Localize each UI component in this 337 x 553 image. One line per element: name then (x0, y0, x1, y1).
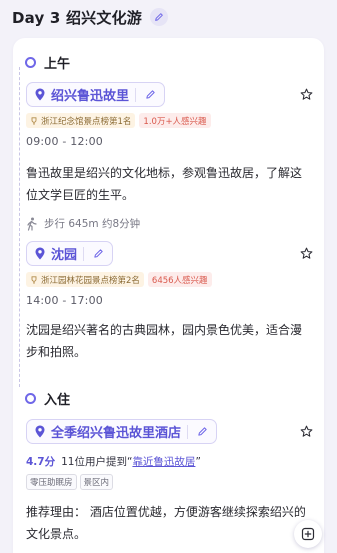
trophy-icon (31, 116, 37, 124)
hotel-recommendation: 推荐理由： 酒店位置优越，方便游客继续探索绍兴的文化景点。 (26, 505, 306, 541)
pencil-icon (197, 427, 207, 436)
place-row: 沈园 (26, 241, 312, 266)
rank-tag: 浙江园林花园景点榜第2名 (26, 272, 144, 287)
page-title-row: Day 3 绍兴文化游 (12, 6, 168, 28)
hotel-tag: 景区内 (79, 474, 114, 490)
pencil-icon (155, 13, 163, 21)
interest-tag: 1.0万+人感兴趣 (139, 113, 211, 128)
tag-row: 浙江园林花园景点榜第2名 6456人感兴趣 (26, 272, 311, 287)
star-icon (300, 425, 312, 437)
transit-info: 步行 645m 约8分钟 (26, 216, 311, 231)
place-description: 鲁迅故里是绍兴的文化地标，参观鲁迅故居，了解这位文学巨匠的生平。 (26, 166, 303, 202)
trophy-icon (31, 275, 37, 283)
favorite-button[interactable] (297, 245, 315, 263)
section-header: 上午 (25, 52, 311, 72)
add-button[interactable] (294, 520, 322, 548)
divider (135, 87, 137, 102)
edit-title-button[interactable] (149, 8, 168, 26)
divider (83, 246, 85, 261)
pencil-icon (145, 90, 155, 99)
edit-place-button[interactable] (142, 87, 158, 103)
section-stay: 入住 全季绍兴鲁迅故里酒店 4.7分 11位用户提到“靠近鲁迅故居” 零压助眠房… (25, 388, 312, 545)
transit-text: 步行 645m 约8分钟 (44, 218, 141, 230)
time-range: 14:00 - 17:00 (26, 294, 103, 307)
interest-tag: 6456人感兴趣 (147, 272, 212, 287)
time-range: 09:00 - 12:00 (26, 135, 103, 148)
edit-hotel-button[interactable] (194, 424, 210, 440)
mention-quote-close: ” (195, 456, 201, 468)
rank-tag-label: 浙江园林花园景点榜第2名 (41, 275, 140, 286)
rank-tag-label: 浙江纪念馆景点榜第1名 (41, 116, 132, 127)
place-chip[interactable]: 绍兴鲁迅故里 (26, 82, 166, 107)
pencil-icon (93, 249, 103, 258)
timeline-line (19, 67, 20, 387)
place-description: 沈园是绍兴著名的古典园林，园内景色优美，适合漫步和拍照。 (26, 323, 303, 359)
place-name: 沈园 (51, 248, 78, 263)
star-icon (300, 88, 312, 100)
edit-place-button[interactable] (90, 246, 106, 262)
mention-link[interactable]: 靠近鲁迅故居 (132, 456, 195, 468)
add-icon (301, 527, 315, 541)
favorite-button[interactable] (297, 86, 315, 104)
location-pin-icon (35, 88, 45, 101)
mention-prefix: 11位用户提到 (61, 456, 127, 468)
place-row: 绍兴鲁迅故里 (26, 82, 312, 107)
page-title: Day 3 绍兴文化游 (12, 8, 142, 27)
divider (187, 424, 189, 439)
hotel-tags: 零压助眠房 景区内 (26, 474, 311, 490)
section-title: 上午 (44, 56, 71, 72)
section-title: 入住 (44, 392, 71, 408)
hotel-tag: 零压助眠房 (26, 474, 77, 490)
place-name: 绍兴鲁迅故里 (51, 89, 130, 104)
hotel-chip[interactable]: 全季绍兴鲁迅故里酒店 (26, 419, 218, 444)
hotel-rating: 4.7分 (26, 456, 56, 468)
star-icon (300, 247, 312, 259)
timeline-dot (25, 56, 36, 68)
rating-row: 4.7分 11位用户提到“靠近鲁迅故居” (26, 454, 311, 469)
place-chip[interactable]: 沈园 (26, 241, 114, 266)
walk-icon (27, 217, 37, 231)
rank-tag: 浙江纪念馆景点榜第1名 (26, 113, 136, 128)
favorite-button[interactable] (297, 423, 315, 441)
tag-row: 浙江纪念馆景点榜第1名 1.0万+人感兴趣 (26, 113, 311, 128)
hotel-row: 全季绍兴鲁迅故里酒店 (26, 419, 312, 444)
timeline-dot (25, 392, 36, 404)
section-morning: 上午 绍兴鲁迅故里 浙江纪念馆景点榜第1名 1.0万+人感兴趣 09:00 - … (25, 52, 312, 363)
hotel-name: 全季绍兴鲁迅故里酒店 (51, 426, 182, 441)
mention-text: 11位用户提到“靠近鲁迅故居” (61, 454, 201, 469)
location-pin-icon (35, 425, 45, 438)
section-header: 入住 (25, 388, 311, 408)
location-pin-icon (35, 247, 45, 260)
